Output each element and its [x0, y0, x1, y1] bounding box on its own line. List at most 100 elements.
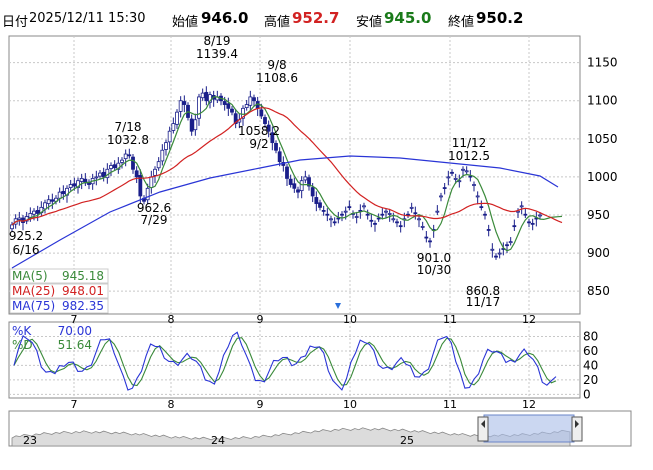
candle-body [519, 205, 524, 208]
candle-body [446, 176, 451, 179]
candle-body [120, 159, 124, 163]
annotation-label: 11/17 [466, 295, 501, 309]
candle-body [523, 213, 528, 216]
candle-body [464, 170, 469, 173]
candle-body [538, 214, 542, 217]
candle-body [193, 119, 198, 131]
month-tick-label: 7 [71, 398, 78, 411]
navigator-year-label: 24 [211, 434, 225, 447]
candle-body [428, 240, 432, 243]
candle-body [189, 118, 194, 132]
annotation-label: 6/16 [13, 243, 40, 257]
candle-body [46, 199, 51, 204]
candle-body [530, 222, 535, 225]
stock-chart: 7788991010111112128509009501000105011001… [8, 34, 632, 447]
annotation-label: 9/8 [267, 58, 286, 72]
candle-body [32, 210, 36, 215]
legend-item: MA(25) 948.01 [9, 283, 109, 299]
legend-value: 945.18 [62, 269, 104, 283]
candle-body [68, 184, 73, 188]
candle-body [167, 130, 172, 143]
candle-body [354, 216, 359, 218]
candle-body [387, 213, 392, 215]
candle-body [17, 217, 22, 220]
candle-body [332, 221, 337, 224]
candle-body [292, 183, 297, 189]
candle-body [417, 218, 421, 221]
month-tick-label: 8 [168, 313, 175, 326]
candle-body [61, 190, 66, 195]
candle-body [461, 168, 465, 171]
candle-body [156, 161, 161, 169]
candle-body [497, 252, 502, 255]
price-tick-label: 1100 [587, 94, 618, 108]
candle-body [134, 170, 139, 178]
candle-body [391, 218, 396, 221]
month-tick-label: 12 [522, 398, 536, 411]
candle-body [230, 108, 234, 113]
candle-body [365, 213, 370, 216]
candle-body [468, 175, 473, 178]
candle-body [127, 154, 132, 157]
candle-body [373, 222, 377, 225]
candle-body [79, 178, 84, 182]
annotation-label: 10/30 [417, 263, 452, 277]
annotation-label: 7/29 [141, 213, 168, 227]
price-tick-label: 900 [587, 246, 610, 260]
candle-body [299, 180, 304, 192]
legend-value: 982.35 [62, 299, 104, 313]
annotation-label: 7/18 [115, 120, 142, 134]
candle-body [277, 151, 282, 163]
candle-body [28, 213, 33, 218]
candle-body [505, 244, 509, 247]
candle-body [160, 149, 165, 162]
annotation-label: 1032.8 [107, 133, 149, 147]
candle-body [472, 184, 476, 186]
price-tick-label: 1050 [587, 132, 618, 146]
month-tick-label: 11 [443, 313, 457, 326]
annotation-label: 1139.4 [196, 47, 238, 61]
candle-body [336, 217, 341, 220]
legend-label: MA(25) [12, 284, 55, 298]
navigator-year-label: 23 [23, 434, 37, 447]
candle-body [98, 172, 102, 177]
candle-body [244, 104, 249, 108]
navigator-right-handle[interactable] [571, 416, 583, 442]
price-tick-label: 850 [587, 284, 610, 298]
month-tick-label: 10 [343, 398, 357, 411]
legend-label: MA(75) [12, 299, 55, 313]
candle-body [226, 103, 231, 109]
price-tick-label: 1150 [587, 56, 618, 70]
legend-value: 948.01 [62, 284, 104, 298]
candle-body [483, 213, 487, 216]
candle-body [204, 91, 209, 102]
navigator-left-handle[interactable] [477, 416, 489, 442]
candle-body [475, 195, 480, 198]
annotation-label: 1012.5 [448, 149, 490, 163]
candle-body [398, 225, 403, 228]
navigator-year-label: 25 [400, 434, 414, 447]
candle-body [450, 171, 454, 174]
candle-body [384, 210, 388, 213]
annotation-label: 11/12 [452, 136, 487, 150]
candle-body [145, 187, 150, 201]
candle-body [527, 221, 531, 224]
candle-body [153, 168, 157, 176]
candle-body [435, 210, 440, 213]
candle-body [479, 206, 484, 209]
price-tick-label: 1000 [587, 170, 618, 184]
candle-body [395, 221, 399, 224]
candle-body [94, 176, 99, 179]
candle-body [439, 195, 443, 198]
candle-body [310, 187, 315, 197]
candle-body [409, 206, 414, 209]
candle-body [274, 142, 278, 151]
candle-body [72, 183, 77, 187]
legend-item: MA(75) 982.35 [9, 298, 109, 314]
stoch-tick-label: 80 [583, 329, 598, 343]
candle-body [329, 218, 333, 221]
candle-body [43, 202, 47, 210]
candle-body [182, 101, 187, 105]
candle-body [200, 92, 205, 99]
legend-label: MA(5) [12, 269, 48, 283]
